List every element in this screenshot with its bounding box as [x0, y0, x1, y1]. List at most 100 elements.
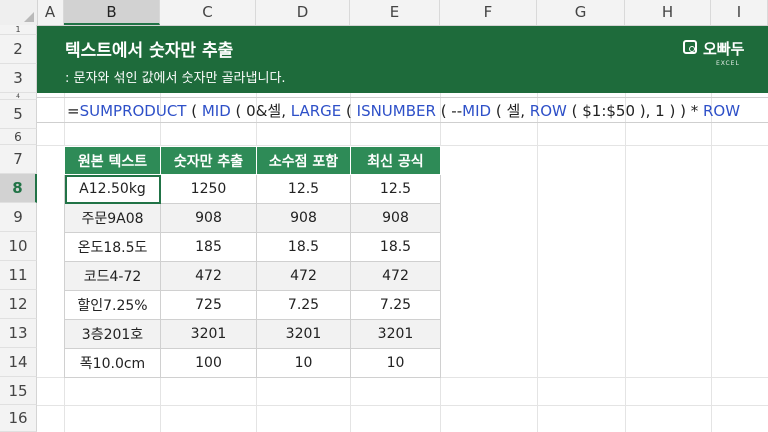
column-header-g[interactable]: G — [537, 0, 625, 25]
row-number: 15 — [8, 381, 28, 400]
row-header-16[interactable]: 16 — [0, 405, 37, 432]
row-number: 14 — [8, 353, 28, 371]
table-cell[interactable]: 472 — [160, 261, 257, 291]
row-header-6[interactable]: 6 — [0, 129, 37, 145]
row-number: 5 — [13, 105, 23, 123]
row-number: 1 — [15, 25, 21, 34]
row-header-4[interactable]: 4 — [0, 93, 37, 100]
table-row: A12.50kg 1250 12.5 12.5 — [64, 174, 441, 204]
table-row: 주문9A08 908 908 908 — [64, 203, 441, 233]
row-number: 10 — [8, 237, 28, 255]
formula-text[interactable]: =SUMPRODUCT ( MID ( 0&셀, LARGE ( ISNUMBE… — [37, 97, 768, 123]
logo-text: 오빠두 — [703, 40, 745, 58]
formula-prefix: = — [67, 102, 80, 120]
row-header-7[interactable]: 7 — [0, 145, 37, 174]
column-header-a[interactable]: A — [37, 0, 64, 25]
row-number: 2 — [13, 40, 23, 58]
formula-token: ( $1:$50 ), 1 ) ) * — [566, 102, 703, 120]
banner-subtitle: : 문자와 섞인 값에서 숫자만 골라냅니다. — [65, 71, 286, 86]
column-header-c[interactable]: C — [160, 0, 256, 25]
brand-logo: 오빠두 EXCEL — [683, 38, 763, 78]
column-header-i[interactable]: I — [711, 0, 768, 25]
header-with-decimal[interactable]: 소수점 포함 — [256, 146, 351, 175]
header-numbers-only[interactable]: 숫자만 추출 — [160, 146, 257, 175]
table-row: 할인7.25% 725 7.25 7.25 — [64, 290, 441, 320]
gridline — [625, 93, 626, 432]
logo-subtext: EXCEL — [716, 60, 740, 67]
table-row: 온도18.5도 185 18.5 18.5 — [64, 232, 441, 262]
spreadsheet: A B C D E F G H I 1 2 3 4 5 6 7 8 9 10 1… — [0, 0, 768, 432]
formula-function: ISNUMBER — [356, 102, 436, 120]
row-number: 7 — [13, 150, 23, 168]
select-all-button[interactable] — [0, 0, 38, 25]
gridline — [711, 93, 712, 432]
table-cell[interactable]: 3층201호 — [64, 319, 161, 349]
table-cell[interactable]: 3201 — [350, 319, 441, 349]
row-header-1[interactable]: 1 — [0, 25, 37, 35]
gridline — [537, 93, 538, 432]
table-cell[interactable]: 3201 — [256, 319, 351, 349]
column-header-b[interactable]: B — [64, 0, 160, 25]
table-cell[interactable]: 12.5 — [350, 174, 441, 204]
row-header-2[interactable]: 2 — [0, 35, 37, 64]
header-latest-formula[interactable]: 최신 공식 — [350, 146, 441, 175]
formula-body: SUMPRODUCT ( MID ( 0&셀, LARGE ( ISNUMBER… — [80, 102, 740, 120]
row-header-11[interactable]: 11 — [0, 261, 37, 290]
table-cell[interactable]: 908 — [350, 203, 441, 233]
table-cell[interactable]: 472 — [350, 261, 441, 291]
table-cell[interactable]: 주문9A08 — [64, 203, 161, 233]
column-header-f[interactable]: F — [440, 0, 537, 25]
table-cell[interactable]: 472 — [256, 261, 351, 291]
table-cell[interactable]: 18.5 — [350, 232, 441, 262]
data-table: 원본 텍스트 숫자만 추출 소수점 포함 최신 공식 A12.50kg 1250… — [64, 146, 441, 378]
table-cell[interactable]: 할인7.25% — [64, 290, 161, 320]
column-header-e[interactable]: E — [350, 0, 440, 25]
header-source-text[interactable]: 원본 텍스트 — [64, 146, 161, 175]
table-cell[interactable]: 908 — [160, 203, 257, 233]
row-number: 11 — [8, 266, 28, 284]
column-header-d[interactable]: D — [256, 0, 350, 25]
table-cell[interactable]: 코드4-72 — [64, 261, 161, 291]
cell-b8[interactable]: A12.50kg — [64, 174, 161, 204]
table-cell[interactable]: 185 — [160, 232, 257, 262]
row-number: 6 — [14, 129, 22, 144]
formula-function: ROW — [703, 102, 741, 120]
row-header-8[interactable]: 8 — [0, 174, 37, 203]
table-cell[interactable]: 7.25 — [350, 290, 441, 320]
formula-token: ( 0&셀, — [230, 102, 291, 120]
formula-token: ( — [186, 102, 202, 120]
table-cell[interactable]: 10 — [350, 348, 441, 378]
column-header-bar: A B C D E F G H I — [0, 0, 768, 26]
row-header-14[interactable]: 14 — [0, 348, 37, 377]
table-cell[interactable]: 3201 — [160, 319, 257, 349]
row-header-15[interactable]: 15 — [0, 377, 37, 405]
row-header-3[interactable]: 3 — [0, 64, 37, 93]
table-cell[interactable]: 18.5 — [256, 232, 351, 262]
table-cell[interactable]: 폭10.0cm — [64, 348, 161, 378]
row-header-13[interactable]: 13 — [0, 319, 37, 348]
row-header-5[interactable]: 5 — [0, 100, 37, 129]
table-row: 폭10.0cm 100 10 10 — [64, 348, 441, 378]
logo-camera-icon — [683, 40, 697, 54]
formula-token: ( 셀, — [491, 102, 530, 120]
row-number: 13 — [8, 324, 28, 342]
table-cell[interactable]: 100 — [160, 348, 257, 378]
row-header-9[interactable]: 9 — [0, 203, 37, 232]
table-cell[interactable]: 온도18.5도 — [64, 232, 161, 262]
formula-function: MID — [462, 102, 492, 120]
row-number: 3 — [13, 69, 23, 87]
table-cell[interactable]: 725 — [160, 290, 257, 320]
row-header-10[interactable]: 10 — [0, 232, 37, 261]
table-cell[interactable]: 7.25 — [256, 290, 351, 320]
column-header-h[interactable]: H — [625, 0, 711, 25]
formula-token: ( — [341, 102, 357, 120]
row-number: 4 — [16, 92, 20, 100]
table-cell[interactable]: 1250 — [160, 174, 257, 204]
row-number: 12 — [8, 295, 28, 313]
table-cell[interactable]: 12.5 — [256, 174, 351, 204]
table-cell[interactable]: 908 — [256, 203, 351, 233]
row-header-12[interactable]: 12 — [0, 290, 37, 319]
formula-function: SUMPRODUCT — [79, 102, 187, 120]
table-cell[interactable]: 10 — [256, 348, 351, 378]
formula-function: MID — [201, 102, 231, 120]
